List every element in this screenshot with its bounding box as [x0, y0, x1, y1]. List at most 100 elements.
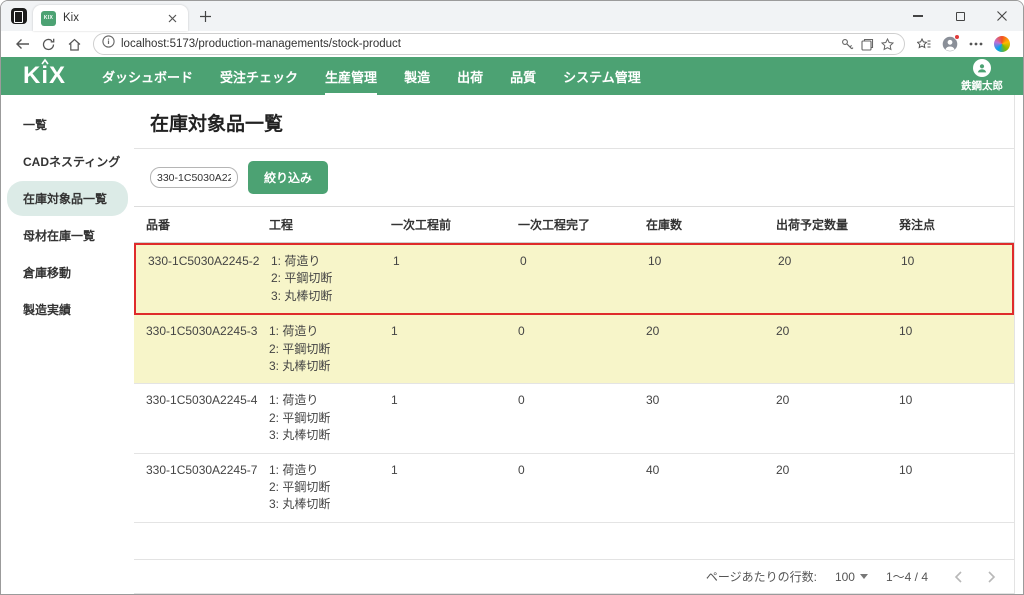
cell-part-number: 330-1C5030A2245-3 — [134, 315, 257, 383]
user-menu[interactable]: 鉄鋼太郎 — [961, 59, 1003, 93]
app-body: 一覧CADネスティング在庫対象品一覧母材在庫一覧倉庫移動製造実績 在庫対象品一覧… — [1, 95, 1023, 594]
column-header: 品番 — [134, 207, 257, 242]
favorite-star-icon[interactable] — [878, 35, 896, 53]
cell-processes: 1: 荷造り2: 平鋼切断3: 丸棒切断 — [259, 245, 381, 313]
maximize-button[interactable] — [939, 1, 981, 31]
column-header: 在庫数 — [634, 207, 764, 242]
page-range: 1〜4 / 4 — [886, 568, 928, 585]
browser-window: KIX Kix — [0, 0, 1024, 595]
cell-stock-count: 30 — [634, 384, 764, 452]
sidebar-item-2[interactable]: 在庫対象品一覧 — [7, 181, 128, 216]
sidebar-item-4[interactable]: 倉庫移動 — [7, 255, 128, 290]
cell-processes: 1: 荷造り2: 平鋼切断3: 丸棒切断 — [257, 454, 379, 522]
sidebar-item-5[interactable]: 製造実績 — [7, 292, 128, 327]
nav-item-6[interactable]: システム管理 — [563, 57, 641, 95]
navbar-menu: ダッシュボード受注チェック生産管理製造出荷品質システム管理 — [102, 57, 641, 95]
cell-part-number: 330-1C5030A2245-2 — [136, 245, 259, 313]
column-header: 一次工程前 — [379, 207, 506, 242]
url-text[interactable]: localhost:5173/production-managements/st… — [121, 38, 836, 50]
column-header: 出荷予定数量 — [764, 207, 887, 242]
favorites-bar-icon[interactable] — [913, 33, 935, 55]
table-row[interactable]: 330-1C5030A2245-2 1: 荷造り2: 平鋼切断3: 丸棒切断 1… — [134, 243, 1014, 315]
rows-per-page-label: ページあたりの行数: — [706, 568, 817, 585]
rows-per-page-value: 100 — [835, 570, 855, 584]
back-icon[interactable] — [11, 33, 33, 55]
cell-shipment-planned: 20 — [764, 384, 887, 452]
home-icon[interactable] — [63, 33, 85, 55]
user-avatar-icon — [973, 59, 991, 77]
cell-part-number: 330-1C5030A2245-4 — [134, 384, 257, 452]
cell-reorder-point: 10 — [887, 384, 1014, 452]
cell-shipment-planned: 20 — [764, 454, 887, 522]
cell-first-process-done: 0 — [506, 384, 634, 452]
nav-item-0[interactable]: ダッシュボード — [102, 57, 193, 95]
column-header: 発注点 — [887, 207, 1014, 242]
cell-processes: 1: 荷造り2: 平鋼切断3: 丸棒切断 — [257, 384, 379, 452]
cell-part-number: 330-1C5030A2245-7 — [134, 454, 257, 522]
cell-stock-count: 10 — [636, 245, 766, 313]
settings-menu-icon[interactable] — [965, 33, 987, 55]
window-controls — [897, 1, 1023, 31]
cell-reorder-point: 10 — [887, 454, 1014, 522]
column-header: 一次工程完了 — [506, 207, 634, 242]
table-row[interactable]: 330-1C5030A2245-7 1: 荷造り2: 平鋼切断3: 丸棒切断 1… — [134, 454, 1014, 523]
user-name: 鉄鋼太郎 — [961, 78, 1003, 93]
cell-reorder-point: 10 — [887, 315, 1014, 383]
cell-shipment-planned: 20 — [766, 245, 889, 313]
cell-first-process-done: 0 — [506, 315, 634, 383]
app-logo[interactable]: KiX — [23, 62, 66, 90]
close-button[interactable] — [981, 1, 1023, 31]
sidebar-item-1[interactable]: CADネスティング — [7, 144, 128, 179]
table-row[interactable]: 330-1C5030A2245-3 1: 荷造り2: 平鋼切断3: 丸棒切断 1… — [134, 315, 1014, 384]
password-key-icon[interactable] — [838, 35, 856, 53]
tab-actions-icon[interactable] — [11, 8, 27, 24]
next-page-icon[interactable] — [988, 571, 996, 583]
cell-processes: 1: 荷造り2: 平鋼切断3: 丸棒切断 — [257, 315, 379, 383]
table-header: 品番工程一次工程前一次工程完了在庫数出荷予定数量発注点 — [134, 206, 1014, 243]
page-title: 在庫対象品一覧 — [134, 95, 1014, 149]
cell-pre-first-process: 1 — [381, 245, 508, 313]
column-header: 工程 — [257, 207, 379, 242]
table-body: 330-1C5030A2245-2 1: 荷造り2: 平鋼切断3: 丸棒切断 1… — [134, 243, 1014, 559]
filter-button[interactable]: 絞り込み — [248, 161, 328, 194]
nav-item-3[interactable]: 製造 — [404, 57, 430, 95]
collections-icon[interactable] — [858, 35, 876, 53]
table-row[interactable]: 330-1C5030A2245-4 1: 荷造り2: 平鋼切断3: 丸棒切断 1… — [134, 384, 1014, 453]
cell-pre-first-process: 1 — [379, 384, 506, 452]
part-number-filter-input[interactable] — [150, 167, 238, 188]
site-info-icon[interactable] — [102, 35, 115, 53]
rows-per-page-select[interactable]: 100 — [835, 570, 868, 584]
nav-item-1[interactable]: 受注チェック — [220, 57, 298, 95]
cell-shipment-planned: 20 — [764, 315, 887, 383]
nav-item-4[interactable]: 出荷 — [457, 57, 483, 95]
chevron-down-icon — [860, 574, 868, 579]
page-nav — [954, 571, 996, 583]
nav-item-2[interactable]: 生産管理 — [325, 57, 377, 95]
main-content: 在庫対象品一覧 絞り込み 品番工程一次工程前一次工程完了在庫数出荷予定数量発注点… — [134, 95, 1023, 594]
nav-item-5[interactable]: 品質 — [510, 57, 536, 95]
refresh-icon[interactable] — [37, 33, 59, 55]
browser-tab[interactable]: KIX Kix — [33, 5, 188, 31]
prev-page-icon[interactable] — [954, 571, 962, 583]
sidebar-item-0[interactable]: 一覧 — [7, 107, 128, 142]
logo-caret-icon — [41, 58, 49, 66]
url-bar[interactable]: localhost:5173/production-managements/st… — [93, 33, 905, 55]
favicon-icon: KIX — [41, 11, 56, 26]
cell-pre-first-process: 1 — [379, 454, 506, 522]
cell-stock-count: 20 — [634, 315, 764, 383]
filter-row: 絞り込み — [134, 149, 1014, 206]
app-navbar: KiX ダッシュボード受注チェック生産管理製造出荷品質システム管理 鉄鋼太郎 — [1, 57, 1023, 95]
tab-close-icon[interactable] — [164, 10, 180, 26]
cell-reorder-point: 10 — [889, 245, 1012, 313]
minimize-button[interactable] — [897, 1, 939, 31]
notification-dot — [954, 34, 960, 40]
content-card: 在庫対象品一覧 絞り込み 品番工程一次工程前一次工程完了在庫数出荷予定数量発注点… — [134, 95, 1015, 594]
profile-avatar[interactable] — [939, 33, 961, 55]
tab-strip: KIX Kix — [1, 1, 1023, 31]
cell-stock-count: 40 — [634, 454, 764, 522]
cell-pre-first-process: 1 — [379, 315, 506, 383]
copilot-icon[interactable] — [991, 33, 1013, 55]
new-tab-button[interactable] — [194, 5, 216, 27]
logo-text: KiX — [23, 62, 66, 89]
sidebar-item-3[interactable]: 母材在庫一覧 — [7, 218, 128, 253]
